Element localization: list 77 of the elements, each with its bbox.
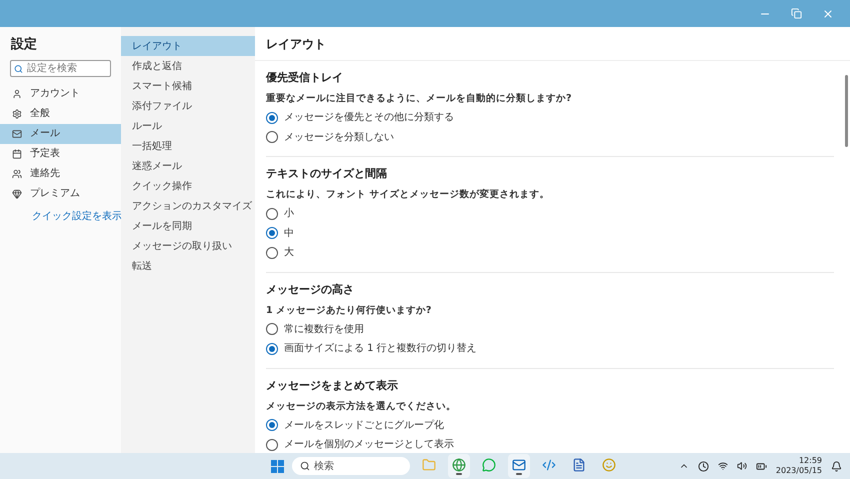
restore-icon[interactable] bbox=[791, 8, 802, 19]
subnav-item[interactable]: 迷惑メール bbox=[121, 156, 255, 176]
subnav-item[interactable]: 添付ファイル bbox=[121, 96, 255, 116]
start-icon[interactable] bbox=[271, 460, 284, 472]
subnav-item[interactable]: メールを同期 bbox=[121, 216, 255, 236]
option-label: 大 bbox=[284, 246, 294, 260]
subnav-item[interactable]: 作成と返信 bbox=[121, 56, 255, 76]
option-label: 画面サイズによる 1 行と複数行の切り替え bbox=[284, 342, 477, 356]
document-icon bbox=[572, 458, 586, 472]
nav-item[interactable]: 全般 bbox=[0, 104, 121, 124]
subnav-item[interactable]: 転送 bbox=[121, 256, 255, 276]
subnav-item[interactable]: レイアウト bbox=[121, 36, 255, 56]
subnav-item[interactable]: メッセージの取り扱い bbox=[121, 236, 255, 256]
battery-icon[interactable] bbox=[756, 460, 767, 472]
mail-icon bbox=[512, 458, 526, 472]
nav-item[interactable]: アカウント bbox=[0, 84, 121, 104]
subnav-item[interactable]: クイック操作 bbox=[121, 176, 255, 196]
taskbar-search-field[interactable]: 検索 bbox=[292, 457, 410, 475]
premium-icon bbox=[12, 189, 22, 199]
code-icon bbox=[542, 458, 556, 472]
globe-icon bbox=[452, 458, 466, 472]
taskbar-app[interactable] bbox=[508, 454, 530, 478]
radio-button[interactable] bbox=[266, 227, 278, 240]
section-question: 1 メッセージあたり何行使いますか? bbox=[266, 304, 432, 318]
network-icon[interactable] bbox=[718, 461, 728, 471]
chat-bubble-icon bbox=[482, 458, 496, 472]
clock-time: 12:59 bbox=[798, 456, 822, 466]
radio-button[interactable] bbox=[266, 342, 278, 355]
subnav-item[interactable]: スマート候補 bbox=[121, 76, 255, 96]
section-question: 重要なメールに注目できるように、メールを自動的に分類しますか? bbox=[266, 92, 573, 106]
nav-item[interactable]: 連絡先 bbox=[0, 164, 121, 184]
section-heading: メッセージをまとめて表示 bbox=[266, 378, 399, 394]
nav-item[interactable]: 予定表 bbox=[0, 144, 121, 164]
option-label: 小 bbox=[284, 206, 294, 222]
radio-button[interactable] bbox=[266, 131, 278, 144]
option-label: メッセージを優先とその他に分類する bbox=[284, 110, 454, 126]
section-question: これにより、フォント サイズとメッセージ数が変更されます。 bbox=[266, 188, 550, 202]
people-icon bbox=[12, 169, 22, 179]
calendar-icon bbox=[12, 149, 22, 159]
clock-icon[interactable] bbox=[698, 460, 709, 472]
general-icon bbox=[12, 109, 22, 119]
section-heading: 優先受信トレイ bbox=[266, 70, 344, 86]
notification-icon[interactable] bbox=[831, 460, 842, 472]
option-label: メールをスレッドごとにグループ化 bbox=[284, 418, 444, 433]
radio-button[interactable] bbox=[266, 438, 278, 451]
subnav-item[interactable]: ルール bbox=[121, 116, 255, 136]
close-icon[interactable] bbox=[822, 8, 834, 20]
section-heading: メッセージの高さ bbox=[266, 282, 355, 298]
radio-button[interactable] bbox=[266, 208, 278, 220]
radio-button[interactable] bbox=[266, 323, 278, 336]
settings-title: 設定 bbox=[10, 36, 38, 54]
scrollbar-thumb[interactable] bbox=[844, 75, 848, 147]
search-icon bbox=[300, 461, 310, 471]
radio-button[interactable] bbox=[266, 112, 278, 124]
option-label: 常に複数行を使用 bbox=[284, 322, 364, 337]
section-question: メッセージの表示方法を選んでください。 bbox=[266, 400, 457, 414]
taskbar-app[interactable] bbox=[448, 454, 470, 478]
radio-button[interactable] bbox=[266, 419, 278, 432]
clock-date: 2023/05/15 bbox=[776, 466, 822, 476]
mail-icon bbox=[12, 129, 22, 139]
nav-item[interactable]: プレミアム bbox=[0, 184, 121, 204]
subnav-item[interactable]: 一括処理 bbox=[121, 136, 255, 156]
page-title: レイアウト bbox=[266, 36, 326, 52]
quick-settings-link[interactable]: クイック設定を表示 bbox=[0, 209, 121, 224]
radio-button[interactable] bbox=[266, 246, 278, 259]
speaker-icon[interactable] bbox=[736, 461, 747, 471]
account-icon bbox=[12, 89, 22, 99]
nav-item[interactable]: メール bbox=[0, 124, 121, 144]
folder-icon bbox=[422, 458, 436, 472]
option-label: 中 bbox=[284, 226, 294, 241]
option-label: メッセージを分類しない bbox=[284, 130, 394, 145]
smiley-icon bbox=[602, 458, 616, 472]
option-label: メールを個別のメッセージとして表示 bbox=[284, 438, 454, 452]
search-field[interactable]: 設定を検索 bbox=[10, 60, 111, 77]
search-icon bbox=[14, 64, 23, 73]
subnav-item[interactable]: アクションのカスタマイズ bbox=[121, 196, 255, 216]
section-heading: テキストのサイズと間隔 bbox=[266, 166, 388, 182]
